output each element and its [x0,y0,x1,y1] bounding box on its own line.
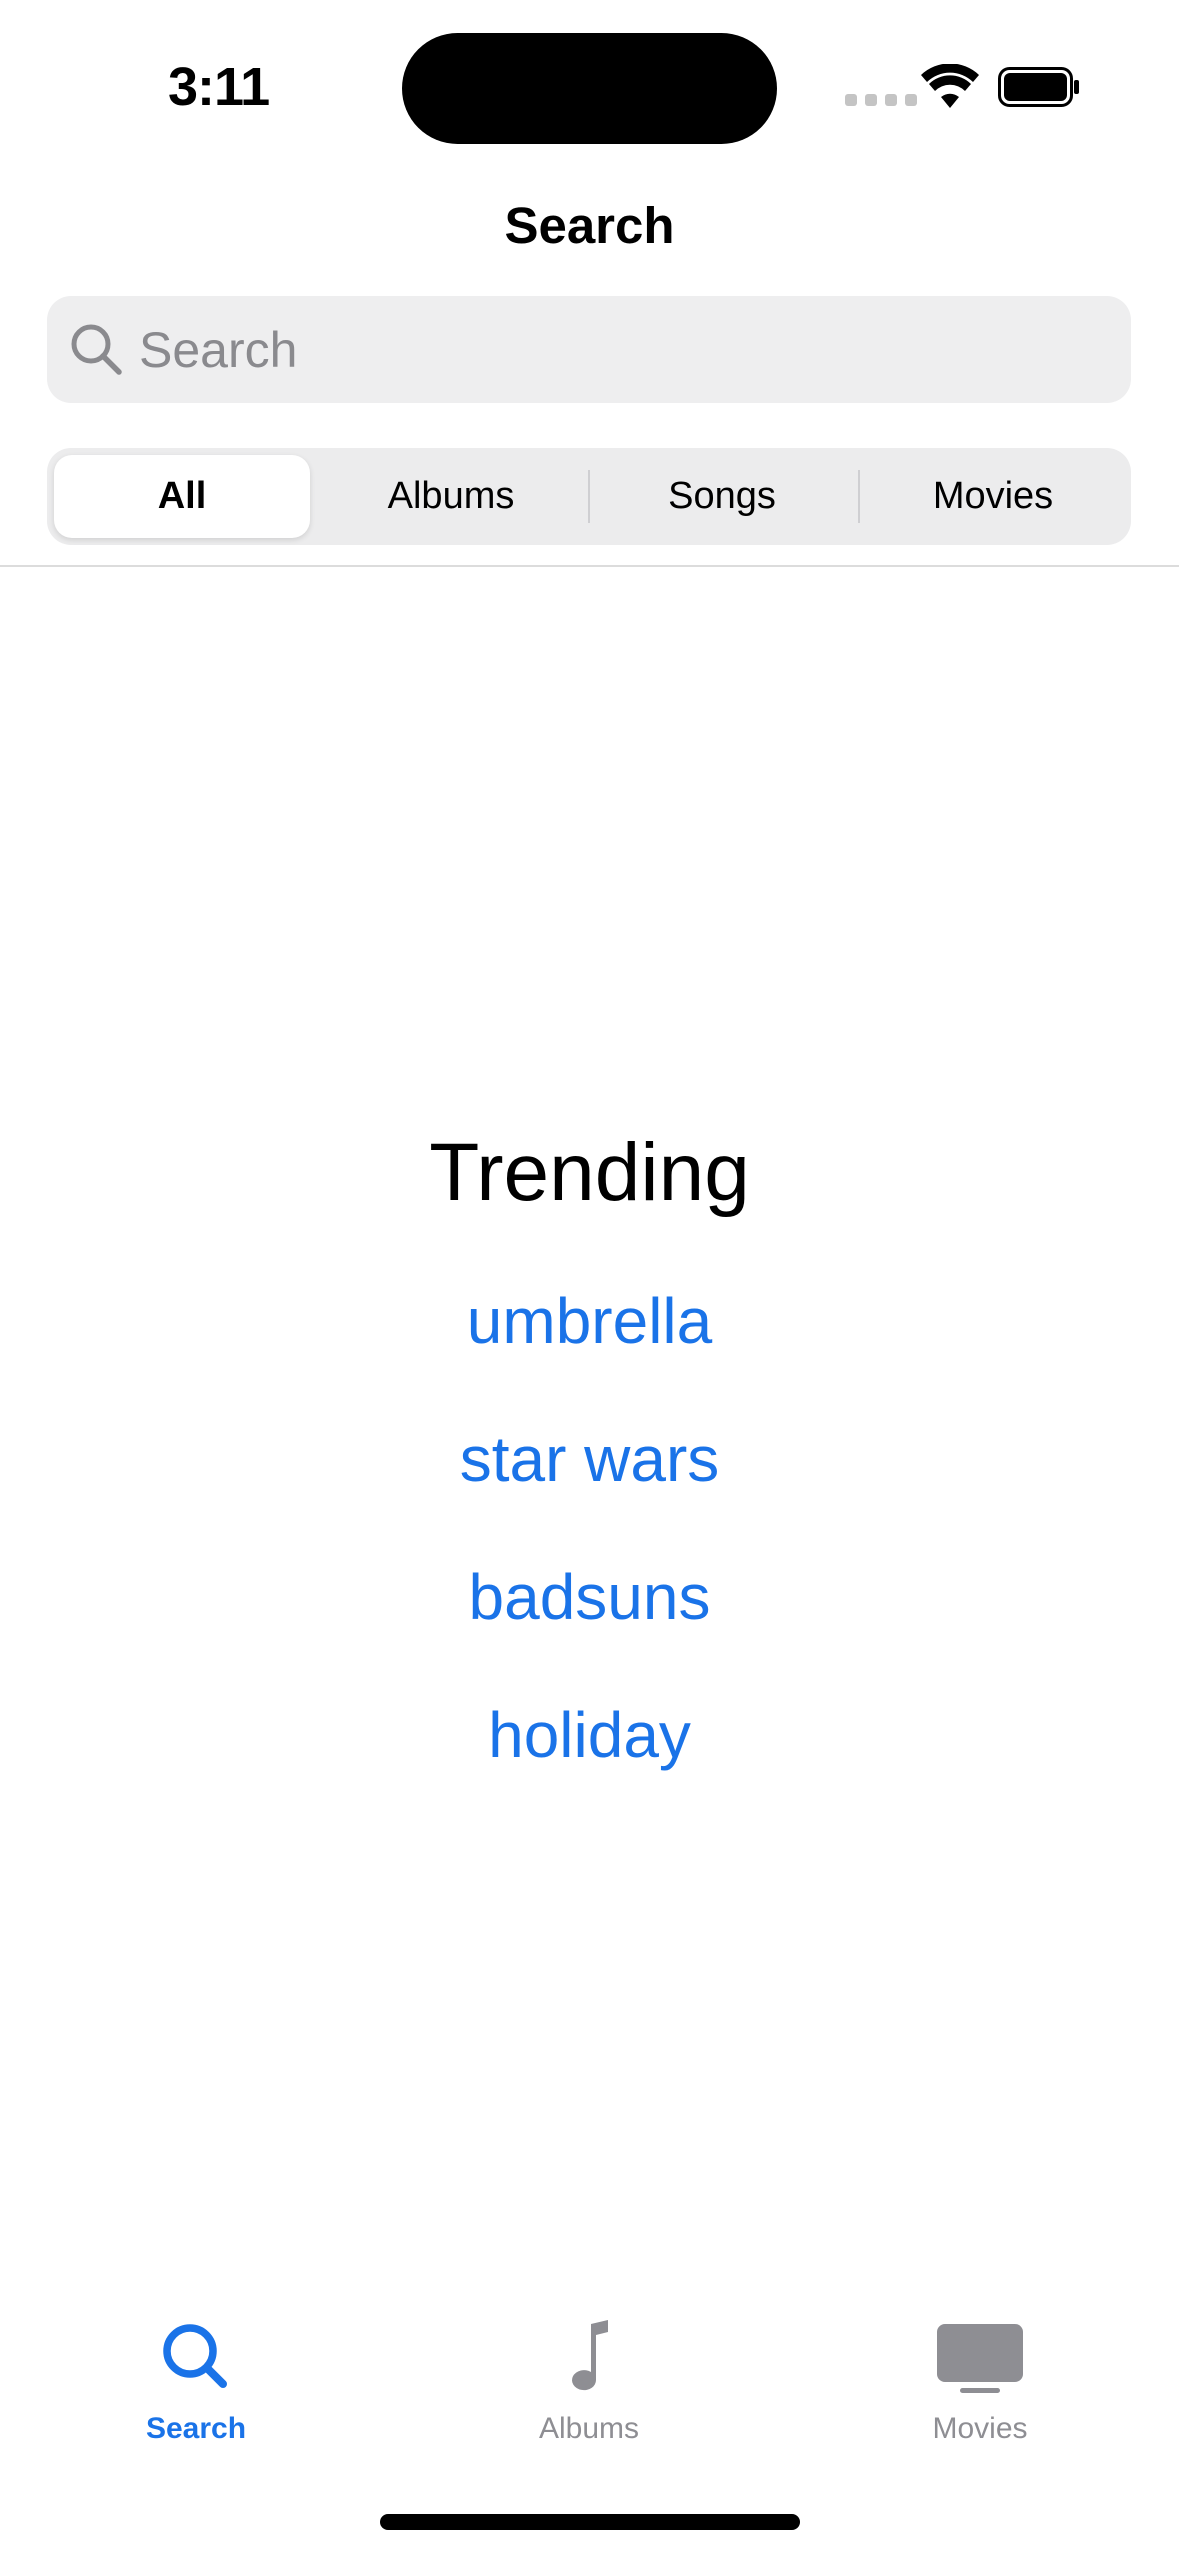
trending-item[interactable]: star wars [0,1422,1179,1496]
scope-segmented-control: All Albums Songs Movies [47,448,1131,545]
search-bar[interactable] [47,296,1131,403]
search-screen: 3:11 Search All Albums Songs Movies Tren… [0,0,1179,2556]
cellular-signal-icon [845,94,917,106]
segment-divider [858,470,860,523]
dynamic-island [402,33,777,144]
search-input[interactable] [139,296,1099,403]
tab-label: Albums [538,2412,640,2445]
segment-divider [588,470,590,523]
search-icon [163,2324,227,2388]
trending-item[interactable]: umbrella [0,1284,1179,1358]
segment-albums[interactable]: Albums [323,455,579,538]
segment-all[interactable]: All [54,455,310,538]
status-time: 3:11 [168,57,270,117]
wifi-icon [921,64,979,108]
page-title: Search [504,197,675,254]
tab-label: Search [145,2412,247,2445]
battery-icon [998,67,1079,107]
trending-heading: Trending [429,1127,750,1218]
trending-item[interactable]: holiday [0,1698,1179,1772]
tab-albums[interactable]: Albums [479,2318,699,2458]
tab-movies[interactable]: Movies [870,2318,1090,2458]
home-indicator [380,2514,800,2530]
trending-item[interactable]: badsuns [0,1560,1179,1634]
header-divider [0,565,1179,567]
music-note-icon [572,2320,608,2391]
segment-songs[interactable]: Songs [594,455,850,538]
tab-search[interactable]: Search [86,2318,306,2458]
segment-movies[interactable]: Movies [865,455,1121,538]
search-icon [71,324,122,375]
tv-icon [937,2324,1023,2393]
tab-label: Movies [932,2412,1028,2445]
